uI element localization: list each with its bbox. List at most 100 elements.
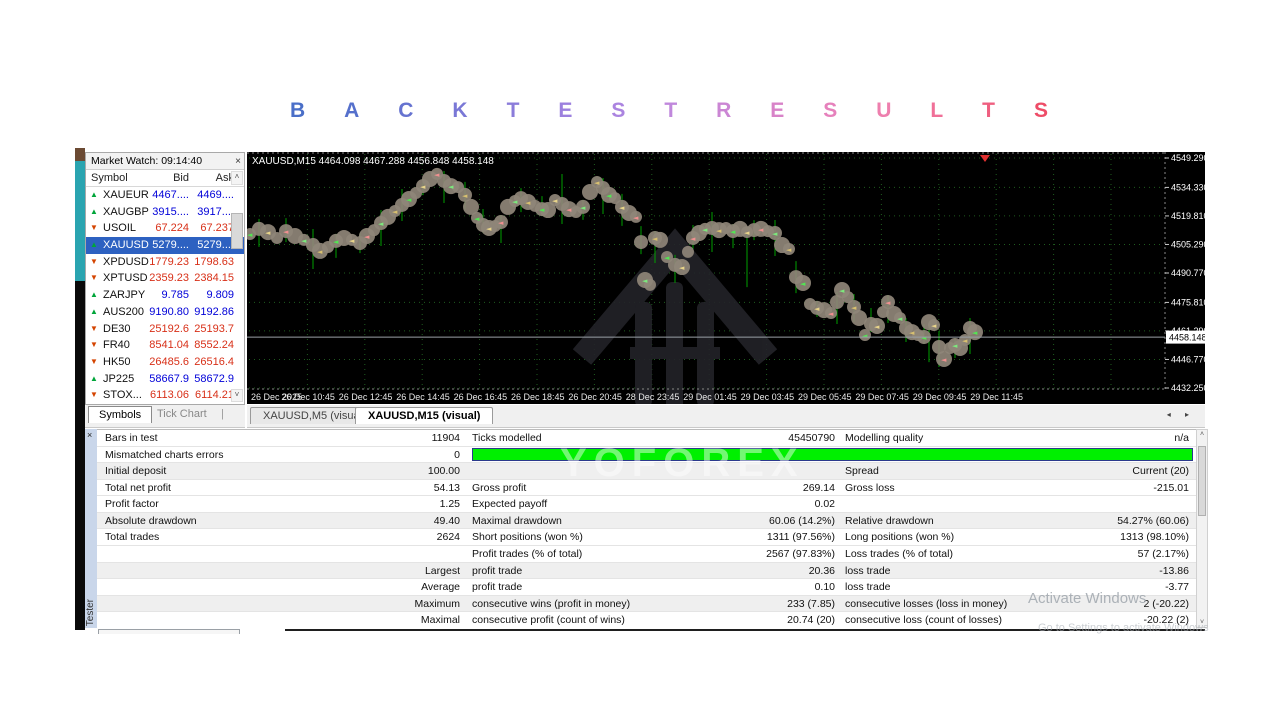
close-icon[interactable]: × <box>235 154 241 170</box>
ask-value: 1798.63 <box>190 256 234 268</box>
report-row[interactable]: Bars in test11904Ticks modelled45450790M… <box>97 430 1196 447</box>
report-row[interactable]: Profit trades (% of total)2567 (97.83%)L… <box>97 546 1196 563</box>
ask-value: 9192.86 <box>190 306 234 318</box>
column-header-bid[interactable]: Bid <box>144 172 189 184</box>
column-header-symbol[interactable]: Symbol <box>91 172 128 184</box>
report-row[interactable]: Maximalconsecutive profit (count of wins… <box>97 612 1196 628</box>
title-letter: T <box>507 99 520 123</box>
symbol-row[interactable]: ▼STOX...6113.066114.21 <box>86 387 244 404</box>
report-row[interactable]: Averageprofit trade0.10loss trade-3.77 <box>97 579 1196 596</box>
report-value: 100.00 <box>310 465 460 477</box>
trade-arrow-icon: ◄ <box>364 233 370 241</box>
report-row[interactable]: Profit factor1.25Expected payoff0.02 <box>97 496 1196 513</box>
symbol-row[interactable]: ▼FR408541.048552.24 <box>86 337 244 354</box>
title-letter: B <box>290 99 305 123</box>
symbol-row[interactable]: ▲ZARJPY9.7859.809 <box>86 287 244 304</box>
trade-arrow-icon: ◄ <box>885 299 891 307</box>
symbol-row[interactable]: ▲XAUEUR4467....4469.... <box>86 187 244 204</box>
report-row[interactable]: Absolute drawdown49.40Maximal drawdown60… <box>97 513 1196 530</box>
trade-marker-blob <box>634 235 648 249</box>
ask-value: 9.809 <box>190 289 234 301</box>
trade-arrow-icon: ◄ <box>474 215 480 223</box>
symbol-row[interactable]: ▲XAUGBP3915....3917.... <box>86 204 244 221</box>
symbol-name: XAUUSD <box>103 239 149 251</box>
trade-arrow-icon: ◄ <box>317 248 323 256</box>
report-label: Maximal drawdown <box>472 515 562 527</box>
report-row[interactable]: Total net profit54.13Gross profit269.14G… <box>97 480 1196 497</box>
price-axis-label: 4432.250 <box>1171 383 1205 393</box>
report-row[interactable]: Total trades2624Short positions (won %)1… <box>97 529 1196 546</box>
trade-arrow-icon: ◄ <box>814 305 820 313</box>
scroll-down-icon[interactable]: ˅ <box>1197 619 1207 626</box>
report-value: 2567 (97.83%) <box>685 548 835 560</box>
tester-scrollbar[interactable]: ˄ ˅ <box>1196 429 1208 628</box>
trade-arrow-icon: ◄ <box>690 235 696 243</box>
bid-value: 67.224 <box>144 222 189 234</box>
symbol-row[interactable]: ▼USOIL67.22467.237 <box>86 220 244 237</box>
report-label: Expected payoff <box>472 498 547 510</box>
trade-arrow-icon: ◄ <box>921 334 927 342</box>
bid-value: 2359.23 <box>144 272 189 284</box>
price-chart[interactable]: ◄◄◄◄◄◄◄◄◄◄◄◄◄◄◄◄◄◄◄◄◄◄◄◄◄◄◄◄◄◄◄◄◄◄◄◄◄◄◄◄… <box>247 152 1205 404</box>
symbol-row[interactable]: ▼DE3025192.625193.7 <box>86 321 244 338</box>
column-header-ask[interactable]: Ask <box>190 172 234 184</box>
report-label: Total net profit <box>105 482 171 494</box>
report-value: 1.25 <box>310 498 460 510</box>
symbol-name: STOX... <box>103 389 142 401</box>
trade-arrow-icon: ◄ <box>931 322 937 330</box>
symbol-row[interactable]: ▲AUS2009190.809192.86 <box>86 304 244 321</box>
tester-scrollbar-thumb[interactable] <box>1198 446 1206 516</box>
trade-marker-blob <box>682 246 694 258</box>
tester-close-icon[interactable]: × <box>87 430 92 440</box>
trade-arrow-icon: ◄ <box>606 192 612 200</box>
report-value: 233 (7.85) <box>685 598 835 610</box>
trade-arrow-icon: ◄ <box>378 220 384 228</box>
trade-arrow-icon: ◄ <box>786 246 792 254</box>
trade-arrow-icon: ◄ <box>941 356 947 364</box>
report-label: Loss trades (% of total) <box>845 548 953 560</box>
report-row[interactable]: Maximumconsecutive wins (profit in money… <box>97 596 1196 613</box>
report-value: 57 (2.17%) <box>1039 548 1189 560</box>
report-value: 54.13 <box>310 482 460 494</box>
scroll-up-icon[interactable]: ˄ <box>231 171 243 185</box>
scroll-up-icon[interactable]: ˄ <box>1197 431 1207 438</box>
title-letter: S <box>611 99 625 123</box>
report-label: loss trade <box>845 565 891 577</box>
tab-tick-chart[interactable]: Tick Chart <box>157 408 207 420</box>
report-row[interactable]: Largestprofit trade20.36loss trade-13.86 <box>97 563 1196 580</box>
symbol-row[interactable]: ▼XPDUSD1779.231798.63 <box>86 254 244 271</box>
trade-arrow-icon: ◄ <box>392 208 398 216</box>
ask-value: 4469.... <box>190 189 234 201</box>
report-value: 54.27% (60.06) <box>1039 515 1189 527</box>
symbol-row[interactable]: ▼HK5026485.626516.4 <box>86 354 244 371</box>
report-label: Modelling quality <box>845 432 923 444</box>
chart-tab-2[interactable]: XAUUSD,M15 (visual) <box>355 407 493 424</box>
report-value: -13.86 <box>1039 565 1189 577</box>
tester-report-table: Bars in test11904Ticks modelled45450790M… <box>97 429 1196 628</box>
symbol-row[interactable]: ▲JP22558667.958672.9 <box>86 371 244 388</box>
report-row[interactable]: Mismatched charts errors0 <box>97 447 1196 464</box>
bid-value: 3915.... <box>144 206 189 218</box>
market-watch-titlebar: Market Watch: 09:14:40 × <box>86 153 244 170</box>
symbol-name: XPDUSD <box>103 256 149 268</box>
chart-canvas[interactable]: ◄◄◄◄◄◄◄◄◄◄◄◄◄◄◄◄◄◄◄◄◄◄◄◄◄◄◄◄◄◄◄◄◄◄◄◄◄◄◄◄… <box>247 152 1205 404</box>
trade-arrow-icon: ◄ <box>566 206 572 214</box>
report-value: 20.74 (20) <box>685 614 835 626</box>
symbol-name: FR40 <box>103 339 130 351</box>
symbol-row[interactable]: ▼XPTUSD2359.232384.15 <box>86 270 244 287</box>
title-letter: R <box>716 99 731 123</box>
modelling-quality-bar <box>472 448 1193 461</box>
tab-scroll-arrows-icon[interactable]: ◂ ▸ <box>1167 410 1195 419</box>
scroll-down-icon[interactable]: ˅ <box>231 389 243 402</box>
tab-symbols[interactable]: Symbols <box>88 406 152 423</box>
trade-arrow-icon: ◄ <box>800 280 806 288</box>
report-row[interactable]: Initial deposit100.00SpreadCurrent (20) <box>97 463 1196 480</box>
symbol-row[interactable]: ▲XAUUSD5279....5279.... <box>86 237 244 254</box>
time-axis-label: 26 Dec 16:45 <box>454 392 508 402</box>
window-edge-top <box>75 148 85 161</box>
market-watch-scrollbar-thumb[interactable] <box>231 213 243 249</box>
time-axis-label: 26 Dec 10:45 <box>281 392 335 402</box>
tester-panel-label: Tester <box>85 599 97 626</box>
title-letter: U <box>876 99 891 123</box>
trade-arrow-icon: ◄ <box>664 254 670 262</box>
